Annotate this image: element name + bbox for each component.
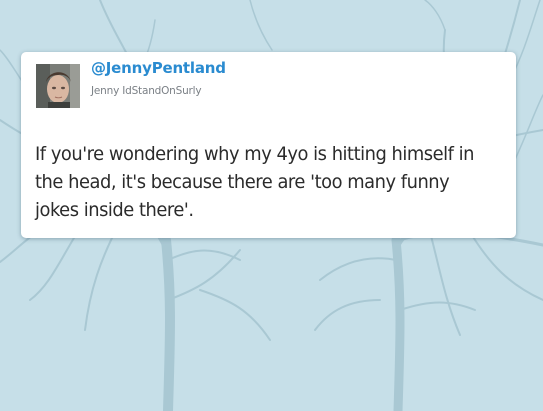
tweet-card: @JennyPentland Jenny IdStandOnSurly If y… — [21, 52, 516, 238]
tweet-author-name: Jenny IdStandOnSurly — [91, 85, 202, 97]
profile-photo-icon[interactable] — [36, 64, 80, 108]
tweet-author-handle[interactable]: @JennyPentland — [91, 59, 226, 77]
tweet-text: If you're wondering why my 4yo is hittin… — [35, 143, 475, 221]
